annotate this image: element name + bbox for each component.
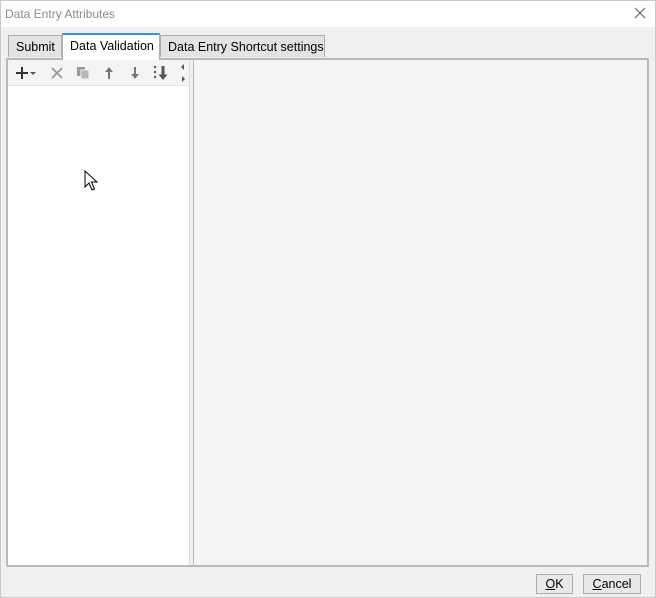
delete-icon[interactable] — [47, 63, 67, 83]
move-to-bottom-icon[interactable] — [151, 63, 171, 83]
window-title: Data Entry Attributes — [5, 7, 116, 21]
tab-label: Submit — [16, 40, 55, 54]
cancel-button[interactable]: Cancel — [583, 574, 641, 594]
rule-toolbar — [8, 60, 189, 86]
move-up-icon[interactable] — [99, 63, 119, 83]
tab-submit[interactable]: Submit — [8, 35, 62, 57]
ok-accelerator: O — [545, 577, 556, 591]
dropdown-arrow-icon[interactable] — [28, 63, 38, 83]
move-down-icon[interactable] — [125, 63, 145, 83]
cancel-accelerator: C — [592, 577, 602, 591]
ok-button[interactable]: OK — [536, 574, 573, 594]
rule-details-pane — [194, 60, 647, 565]
tab-label: Data Validation — [70, 39, 154, 53]
mouse-pointer-icon — [84, 169, 99, 195]
ok-label-rest: K — [555, 577, 564, 591]
copy-icon[interactable] — [73, 63, 93, 83]
close-icon[interactable] — [633, 6, 647, 20]
tab-data-entry-shortcut-settings[interactable]: Data Entry Shortcut settings — [160, 35, 325, 57]
more-icon[interactable] — [178, 63, 188, 83]
dialog-window: Data Entry Attributes Submit Data Valida… — [0, 0, 656, 598]
tab-label: Data Entry Shortcut settings — [168, 40, 324, 54]
tab-panel-data-validation — [6, 58, 649, 567]
cancel-label-rest: ancel — [601, 577, 632, 591]
tab-data-validation[interactable]: Data Validation — [62, 33, 160, 60]
title-bar[interactable]: Data Entry Attributes — [1, 1, 655, 27]
validation-rule-list[interactable] — [8, 60, 189, 565]
